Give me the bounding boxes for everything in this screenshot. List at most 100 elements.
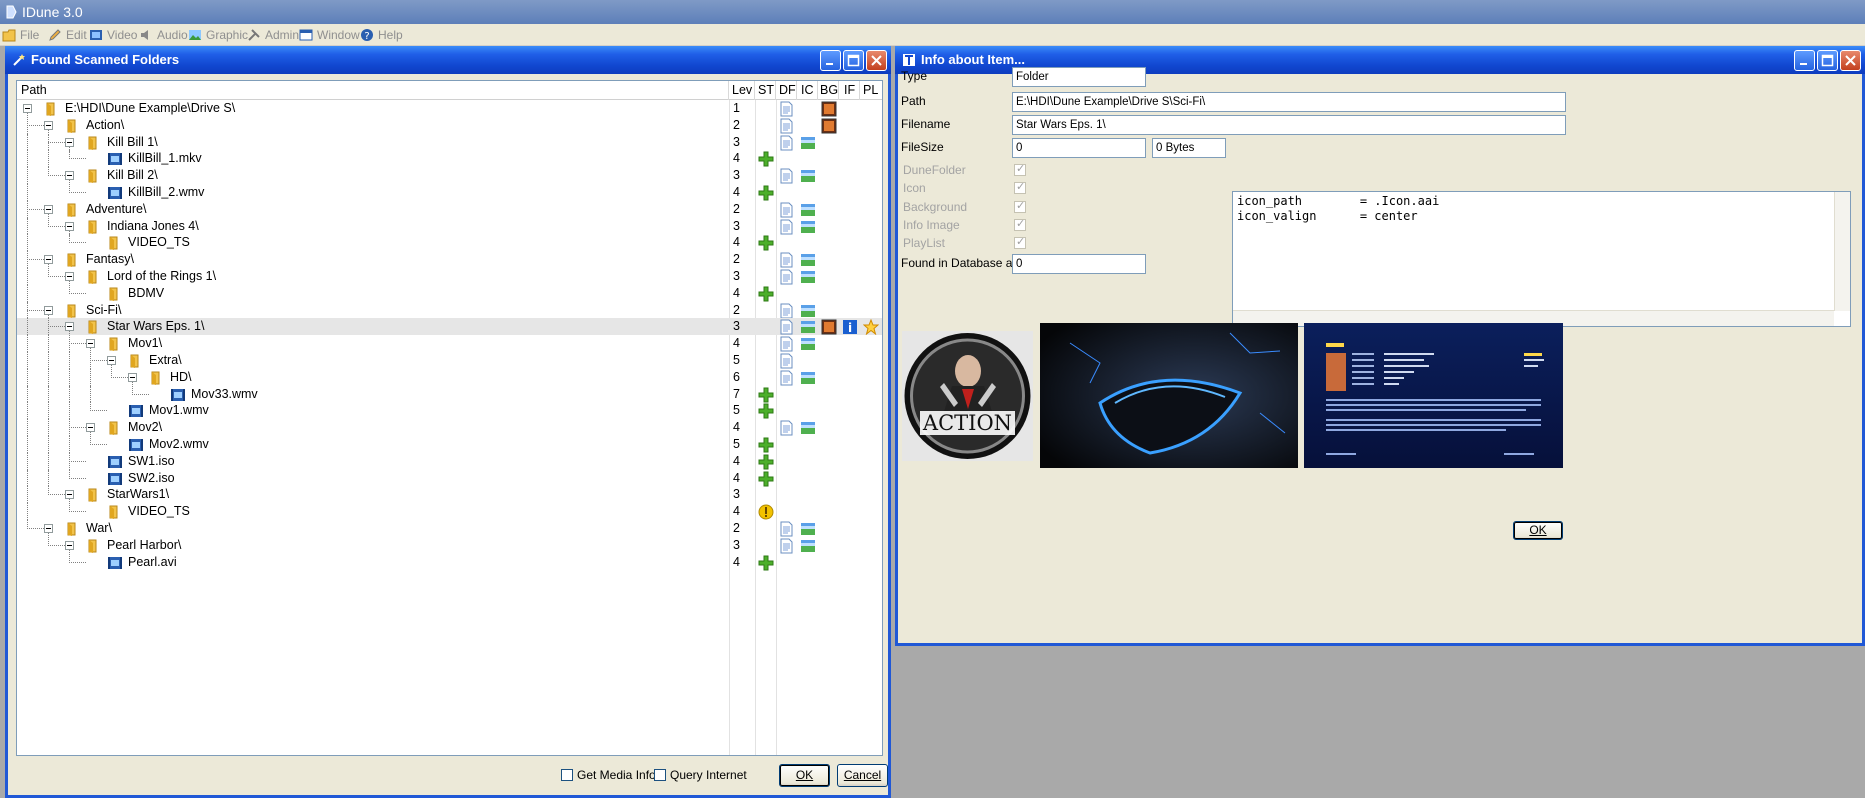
dune-folder-icon <box>779 303 795 319</box>
maximize-button[interactable] <box>843 50 864 71</box>
tree-row[interactable]: KillBill_2.wmv 4 <box>17 184 882 201</box>
path-label: Path <box>901 94 926 108</box>
tree-row[interactable]: VIDEO_TS 4 <box>17 234 882 252</box>
flag-checkbox[interactable] <box>1014 199 1026 213</box>
column-header-pl[interactable]: PL <box>860 81 882 100</box>
tree-row[interactable]: BDMV 4 <box>17 284 882 302</box>
column-header-ic[interactable]: IC <box>797 81 818 100</box>
tree-row[interactable]: SW2.iso 4 <box>17 469 882 487</box>
tree-expander[interactable] <box>44 204 53 214</box>
dune-folder-icon <box>779 202 795 218</box>
menu-help[interactable]: ? Help <box>360 27 403 44</box>
tree-row[interactable]: Star Wars Eps. 1\ 3 i <box>17 318 882 337</box>
flag-checkbox[interactable] <box>1014 235 1026 250</box>
column-header-st[interactable]: ST <box>755 81 776 100</box>
menu-edit[interactable]: Edit <box>48 27 87 44</box>
path-field[interactable]: E:\HDI\Dune Example\Drive S\Sci-Fi\ <box>1012 92 1566 112</box>
tree-row[interactable]: StarWars1\ 3 <box>17 486 882 505</box>
tree-expander[interactable] <box>65 490 74 500</box>
query-internet-checkbox[interactable] <box>654 769 666 781</box>
tree-row[interactable]: Sci-Fi\ 2 <box>17 301 882 320</box>
tree-expander[interactable] <box>65 540 74 550</box>
dune-folder-text[interactable]: icon_path = .Icon.aai icon_valign = cente… <box>1232 191 1851 327</box>
tree-row[interactable]: Mov2\ 4 <box>17 419 882 438</box>
tree-row[interactable]: Kill Bill 2\ 3 <box>17 167 882 186</box>
plus-status-icon <box>758 454 774 470</box>
vertical-scrollbar[interactable] <box>1834 192 1850 311</box>
tools-icon <box>248 29 260 41</box>
background-image-icon <box>821 118 837 134</box>
menu-graphic[interactable]: Graphic <box>188 27 248 44</box>
info-maximize-button[interactable] <box>1817 50 1838 71</box>
column-header-df[interactable]: DF <box>776 81 797 100</box>
tree-row[interactable]: Lord of the Rings 1\ 3 <box>17 268 882 286</box>
tree-row[interactable]: Kill Bill 1\ 3 <box>17 133 882 152</box>
tree-row[interactable]: Action\ 2 <box>17 116 882 135</box>
close-button[interactable] <box>866 50 887 71</box>
tree-row[interactable]: Adventure\ 2 <box>17 200 882 219</box>
tree-row[interactable]: Fantasy\ 2 <box>17 251 882 270</box>
get-media-info-checkbox[interactable] <box>561 769 573 781</box>
info-minimize-button[interactable] <box>1794 50 1815 71</box>
tree-expander[interactable] <box>65 322 74 332</box>
info-ok-button[interactable]: OK <box>1513 521 1563 540</box>
tree-row[interactable]: Indiana Jones 4\ 3 <box>17 217 882 236</box>
menu-audio[interactable]: Audio <box>139 27 188 44</box>
menu-admin[interactable]: Admin <box>247 27 299 44</box>
column-header-lev[interactable]: Lev <box>729 81 755 100</box>
menu-video[interactable]: Video <box>89 27 137 44</box>
cancel-button[interactable]: Cancel <box>837 764 888 787</box>
tree-row[interactable]: HD\ 6 <box>17 368 882 387</box>
tree-expander[interactable] <box>23 104 32 113</box>
folders-window-title: Found Scanned Folders <box>31 52 180 67</box>
tree-expander[interactable] <box>65 272 74 281</box>
tree-row[interactable]: VIDEO_TS 4 <box>17 503 882 520</box>
found-db-field[interactable]: 0 <box>1012 254 1146 274</box>
tree-expander[interactable] <box>65 221 74 231</box>
type-field[interactable]: Folder <box>1012 67 1146 87</box>
filesize-field[interactable]: 0 <box>1012 138 1146 158</box>
dune-folder-icon <box>780 168 793 184</box>
get-media-info-label: Get Media Info <box>577 768 656 782</box>
column-header-bg[interactable]: BG <box>818 81 839 100</box>
tree-expander[interactable] <box>65 171 74 181</box>
column-header-if[interactable]: IF <box>839 81 860 100</box>
tree-row[interactable]: Mov1\ 4 <box>17 335 882 354</box>
type-label: Type <box>901 69 928 83</box>
tree-expander[interactable] <box>44 255 53 265</box>
tree-expander[interactable] <box>86 423 95 433</box>
tree-row[interactable]: Mov1.wmv 5 <box>17 402 882 420</box>
folder-icon <box>88 320 97 335</box>
tree-row[interactable]: E:\HDI\Dune Example\Drive S\ 1 <box>17 100 882 118</box>
tree-expander[interactable] <box>86 339 95 349</box>
filename-field[interactable]: Star Wars Eps. 1\ <box>1012 115 1566 135</box>
tree-expander[interactable] <box>65 137 74 147</box>
info-window-title: Info about Item... <box>921 52 1025 67</box>
tree-row[interactable]: Extra\ 5 <box>17 352 882 370</box>
info-close-button[interactable] <box>1840 50 1861 71</box>
icon-image-icon <box>800 538 816 554</box>
tree-row[interactable]: Mov33.wmv 7 <box>17 385 882 403</box>
tree-row[interactable]: Mov2.wmv 5 <box>17 436 882 453</box>
tree-row[interactable]: Pearl.avi 4 <box>17 553 882 571</box>
column-header-path[interactable]: Path <box>17 81 729 100</box>
folder-icon <box>88 488 97 503</box>
tree-expander[interactable] <box>107 356 116 365</box>
ok-button[interactable]: OK <box>779 764 830 787</box>
tree-expander[interactable] <box>44 120 53 130</box>
tree-row[interactable]: War\ 2 <box>17 520 882 538</box>
tree-row[interactable]: Pearl Harbor\ 3 <box>17 536 882 555</box>
tree-expander[interactable] <box>44 305 53 315</box>
flag-checkbox[interactable] <box>1014 217 1026 231</box>
tree-row[interactable]: KillBill_1.mkv 4 <box>17 150 882 168</box>
folder-tree[interactable]: Path Lev ST DF IC BG IF PL E:\HDI\Dune E… <box>16 80 883 756</box>
tree-expander[interactable] <box>44 524 53 533</box>
menu-window[interactable]: Window <box>299 27 360 44</box>
tree-row[interactable]: SW1.iso 4 <box>17 452 882 470</box>
tree-expander[interactable] <box>128 372 137 382</box>
filesize-bytes-field[interactable]: 0 Bytes <box>1152 138 1226 158</box>
menu-file[interactable]: File <box>2 27 39 44</box>
flag-checkbox[interactable] <box>1014 180 1026 195</box>
flag-checkbox[interactable] <box>1014 162 1026 176</box>
minimize-button[interactable] <box>820 50 841 71</box>
